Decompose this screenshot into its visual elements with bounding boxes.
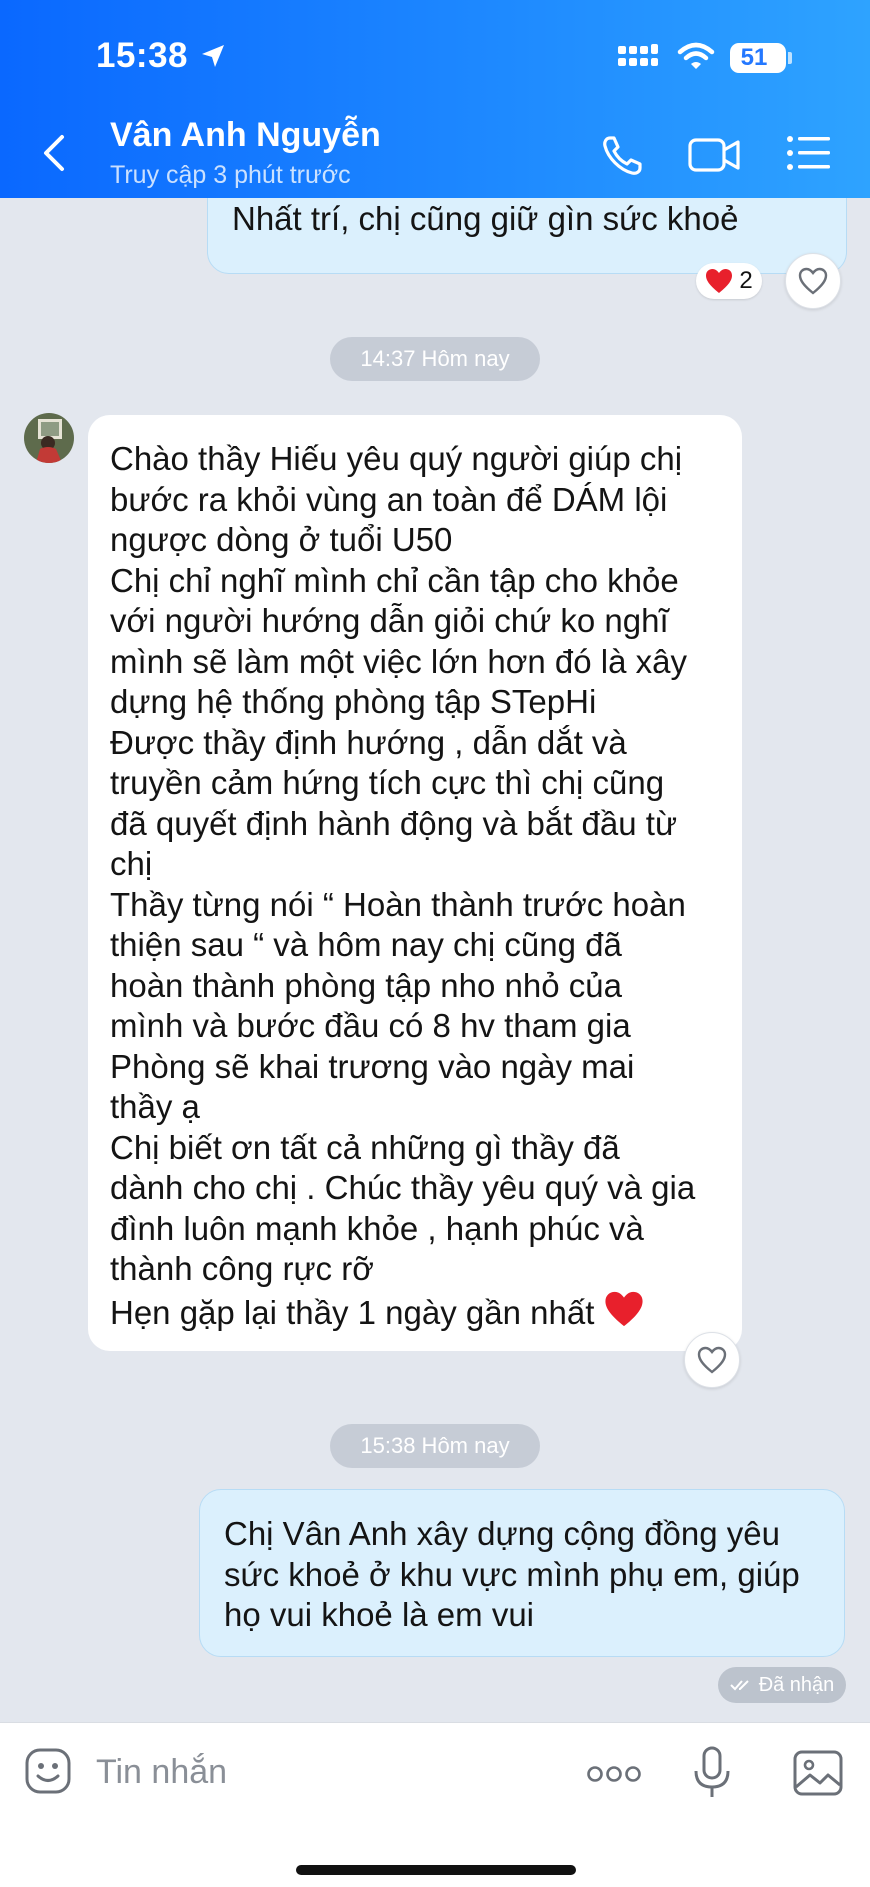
like-button[interactable] — [785, 253, 841, 309]
reaction-badge[interactable]: 2 — [696, 263, 762, 299]
video-call-icon[interactable] — [688, 136, 742, 174]
like-button[interactable] — [684, 1332, 740, 1388]
last-seen-status: Truy cập 3 phút trước — [110, 161, 351, 189]
phone-icon[interactable] — [600, 134, 644, 178]
red-heart-emoji — [605, 1291, 643, 1326]
heart-icon — [706, 269, 733, 293]
message-text: Nhất trí, chị cũng giữ gìn sức khoẻ — [232, 200, 739, 237]
read-status-text: Đã nhận — [758, 1673, 835, 1696]
battery-icon: 51 — [730, 43, 786, 73]
incoming-message[interactable]: Chào thầy Hiếu yêu quý người giúp chị bư… — [88, 415, 742, 1351]
chat-header: 15:38 51 Vân Anh Nguyễn Truy cập 3 phút … — [0, 0, 870, 198]
double-check-icon — [729, 1680, 749, 1691]
home-indicator — [296, 1865, 576, 1875]
back-icon[interactable] — [40, 133, 68, 173]
battery-tip — [788, 52, 792, 64]
battery-level: 51 — [740, 44, 768, 71]
message-input[interactable]: Tin nhắn — [96, 1753, 227, 1792]
signal-icon — [618, 44, 658, 66]
read-status-badge: Đã nhận — [718, 1667, 846, 1703]
location-arrow-icon — [202, 45, 224, 67]
outgoing-message[interactable]: Chị Vân Anh xây dựng cộng đồng yêu sức k… — [199, 1489, 845, 1657]
avatar[interactable] — [24, 413, 74, 463]
message-text: Chị Vân Anh xây dựng cộng đồng yêu sức k… — [224, 1515, 800, 1633]
emoji-icon[interactable] — [24, 1747, 72, 1795]
message-text: Chào thầy Hiếu yêu quý người giúp chị bư… — [110, 440, 696, 1331]
reaction-count: 2 — [739, 267, 753, 294]
image-icon[interactable] — [792, 1749, 844, 1797]
message-input-bar: Tin nhắn — [0, 1722, 870, 1887]
wifi-icon — [677, 42, 715, 69]
time-separator: 15:38 Hôm nay — [330, 1424, 540, 1468]
mic-icon[interactable] — [692, 1745, 732, 1801]
more-icon[interactable] — [586, 1765, 642, 1783]
time-separator: 14:37 Hôm nay — [330, 337, 540, 381]
like-icon — [697, 1346, 727, 1374]
like-icon — [798, 267, 828, 295]
contact-name[interactable]: Vân Anh Nguyễn — [110, 116, 381, 155]
status-time: 15:38 — [96, 36, 189, 75]
menu-icon[interactable] — [786, 134, 832, 172]
